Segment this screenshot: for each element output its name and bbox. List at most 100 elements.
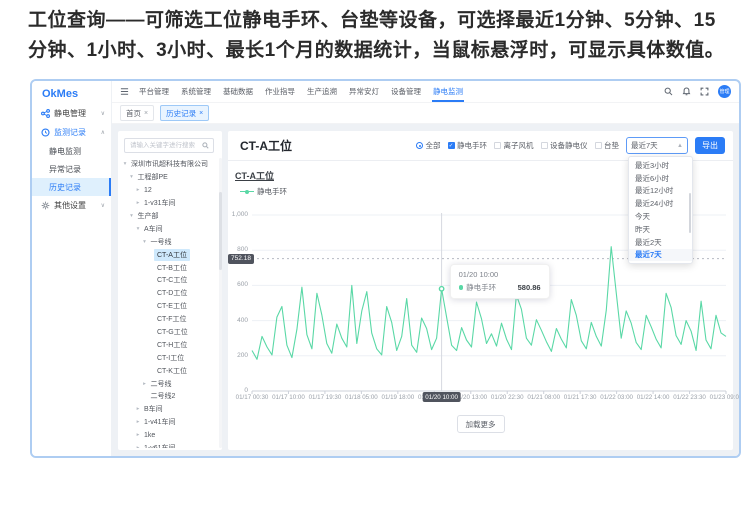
tree-node[interactable]: ▾一号线 bbox=[118, 235, 218, 248]
tab-active[interactable]: 历史记录× bbox=[160, 105, 209, 121]
sidebar: OkMes 静电管理∨监测记录∧静电监测异常记录历史记录其他设置∨ bbox=[32, 81, 112, 456]
tree-node-label: CT-H工位 bbox=[154, 339, 190, 351]
topnav: 平台管理系统管理基础数据作业指导生产追溯异常安灯设备管理静电监测 bbox=[137, 81, 465, 102]
arrow-expanded-icon[interactable]: ▾ bbox=[129, 174, 135, 180]
tree-node[interactable]: CT-C工位 bbox=[118, 274, 218, 287]
close-tab-icon[interactable]: × bbox=[199, 110, 203, 117]
tree-scrollbar[interactable] bbox=[219, 158, 222, 448]
dropdown-option[interactable]: 最近2天 bbox=[629, 236, 692, 249]
sidebar-item-异常记录[interactable]: 异常记录 bbox=[32, 160, 111, 178]
tree-node[interactable]: CT-B工位 bbox=[118, 261, 218, 274]
filter-离子风机[interactable]: 离子风机 bbox=[494, 140, 534, 151]
dropdown-option[interactable]: 最近24小时 bbox=[629, 197, 692, 210]
workstation-tree-panel: ▾深圳市讯超科技有限公司▾工程部PE▸12▸1-v31车间▾生产部▾A车间▾一号… bbox=[118, 131, 222, 450]
sidebar-group-监测记录[interactable]: 监测记录∧ bbox=[32, 123, 111, 142]
tree-node-label: 工程部PE bbox=[135, 171, 171, 183]
sidebar-item-静电监测[interactable]: 静电监测 bbox=[32, 142, 111, 160]
tree-node-label: 12 bbox=[141, 186, 155, 195]
checkbox-icon[interactable] bbox=[595, 142, 602, 149]
topnav-item[interactable]: 基础数据 bbox=[221, 81, 255, 102]
tab-item[interactable]: 首页× bbox=[120, 105, 154, 121]
sidebar-item-历史记录[interactable]: 历史记录 bbox=[32, 178, 111, 196]
tree-node[interactable]: ▸1ke bbox=[118, 429, 218, 442]
checkbox-checked-icon[interactable] bbox=[448, 142, 455, 149]
dropdown-option[interactable]: 最近6小时 bbox=[629, 172, 692, 185]
export-button[interactable]: 导出 bbox=[695, 137, 725, 154]
chart-panel: CT-A工位 全部静电手环离子风机设备静电仪台垫 最近7天 ▲ 导出 最近3小时… bbox=[228, 131, 733, 450]
tree-node[interactable]: ▸二号线 bbox=[118, 377, 218, 390]
tree-node-label: 二号线 bbox=[148, 378, 175, 390]
topnav-item[interactable]: 静电监测 bbox=[431, 81, 465, 102]
search-icon[interactable] bbox=[664, 87, 673, 96]
tree-node[interactable]: CT-H工位 bbox=[118, 338, 218, 351]
tree-node-label: 二号线2 bbox=[148, 390, 179, 402]
sidebar-group-静电管理[interactable]: 静电管理∨ bbox=[32, 104, 111, 123]
bell-icon[interactable] bbox=[682, 87, 691, 96]
tree-node[interactable]: ▸12 bbox=[118, 184, 218, 197]
dropdown-option[interactable]: 最近3小时 bbox=[629, 159, 692, 172]
tree-node[interactable]: ▾深圳市讯超科技有限公司 bbox=[118, 158, 218, 171]
arrow-expanded-icon[interactable]: ▾ bbox=[129, 213, 135, 219]
checkbox-icon[interactable] bbox=[494, 142, 501, 149]
tree-node[interactable]: ▸1-v41车间 bbox=[118, 416, 218, 429]
tree-search-input[interactable] bbox=[128, 141, 199, 150]
tree-node[interactable]: CT-I工位 bbox=[118, 351, 218, 364]
dropdown-scrollbar-thumb[interactable] bbox=[689, 193, 692, 233]
tooltip-time: 01/20 10:00 bbox=[459, 270, 541, 279]
tree-node[interactable]: ▾A车间 bbox=[118, 222, 218, 235]
tree-scrollbar-thumb[interactable] bbox=[219, 192, 222, 270]
tree-node[interactable]: 二号线2 bbox=[118, 390, 218, 403]
main-content: ▾深圳市讯超科技有限公司▾工程部PE▸12▸1-v31车间▾生产部▾A车间▾一号… bbox=[112, 124, 739, 456]
tree-node[interactable]: CT-F工位 bbox=[118, 313, 218, 326]
topnav-item[interactable]: 生产追溯 bbox=[305, 81, 339, 102]
dropdown-option[interactable]: 昨天 bbox=[629, 223, 692, 236]
tree-node-label: 1-v61车间 bbox=[141, 442, 179, 448]
tree-node[interactable]: CT-G工位 bbox=[118, 326, 218, 339]
chevron-up-icon: ∧ bbox=[101, 129, 105, 136]
topnav-item[interactable]: 系统管理 bbox=[179, 81, 213, 102]
search-icon[interactable] bbox=[201, 141, 210, 150]
tree-node-label: 1-v41车间 bbox=[141, 416, 179, 428]
tree-node-label: A车间 bbox=[141, 223, 166, 235]
fullscreen-icon[interactable] bbox=[700, 87, 709, 96]
tree-node[interactable]: ▸B车间 bbox=[118, 403, 218, 416]
tree-node-label: CT-D工位 bbox=[154, 287, 190, 299]
topnav-item[interactable]: 异常安灯 bbox=[347, 81, 381, 102]
user-avatar[interactable]: 管理 bbox=[718, 85, 731, 98]
arrow-collapsed-icon[interactable]: ▸ bbox=[142, 381, 148, 387]
tree-node[interactable]: ▾工程部PE bbox=[118, 171, 218, 184]
tree-node[interactable]: CT-A工位 bbox=[118, 248, 218, 261]
collapse-menu-icon[interactable] bbox=[120, 87, 129, 96]
tree-node[interactable]: CT-E工位 bbox=[118, 300, 218, 313]
close-tab-icon[interactable]: × bbox=[144, 110, 148, 117]
filter-设备静电仪[interactable]: 设备静电仪 bbox=[541, 140, 588, 151]
time-range-value: 最近7天 bbox=[631, 140, 677, 151]
sidebar-group-其他设置[interactable]: 其他设置∨ bbox=[32, 196, 111, 215]
time-range-select[interactable]: 最近7天 ▲ bbox=[626, 137, 688, 154]
tree-node[interactable]: ▾生产部 bbox=[118, 210, 218, 223]
topnav-item[interactable]: 作业指导 bbox=[263, 81, 297, 102]
tree-node-label: 1ke bbox=[141, 431, 158, 440]
filter-台垫[interactable]: 台垫 bbox=[595, 140, 620, 151]
tree-node[interactable]: ▸1-v31车间 bbox=[118, 197, 218, 210]
tooltip-series-dot bbox=[459, 285, 464, 290]
arrow-expanded-icon[interactable]: ▾ bbox=[142, 239, 148, 245]
radio-checked-icon[interactable] bbox=[416, 142, 423, 149]
filter-all[interactable]: 全部 bbox=[416, 140, 441, 151]
dropdown-option[interactable]: 最近12小时 bbox=[629, 185, 692, 198]
topnav-item[interactable]: 平台管理 bbox=[137, 81, 171, 102]
tree-node[interactable]: CT-D工位 bbox=[118, 287, 218, 300]
tree-node[interactable]: CT-K工位 bbox=[118, 364, 218, 377]
org-tree: ▾深圳市讯超科技有限公司▾工程部PE▸12▸1-v31车间▾生产部▾A车间▾一号… bbox=[118, 158, 218, 448]
share-icon bbox=[41, 109, 50, 118]
filter-label: 静电手环 bbox=[457, 140, 487, 151]
chevron-up-icon: ▲ bbox=[677, 143, 683, 149]
checkbox-icon[interactable] bbox=[541, 142, 548, 149]
dropdown-option[interactable]: 今天 bbox=[629, 210, 692, 223]
tree-node[interactable]: ▸1-v61车间 bbox=[118, 442, 218, 448]
filter-静电手环[interactable]: 静电手环 bbox=[448, 140, 488, 151]
clock-icon bbox=[41, 128, 50, 137]
topbar: 平台管理系统管理基础数据作业指导生产追溯异常安灯设备管理静电监测 管理 bbox=[112, 81, 739, 103]
dropdown-option[interactable]: 最近7天 bbox=[629, 249, 692, 262]
topnav-item[interactable]: 设备管理 bbox=[389, 81, 423, 102]
